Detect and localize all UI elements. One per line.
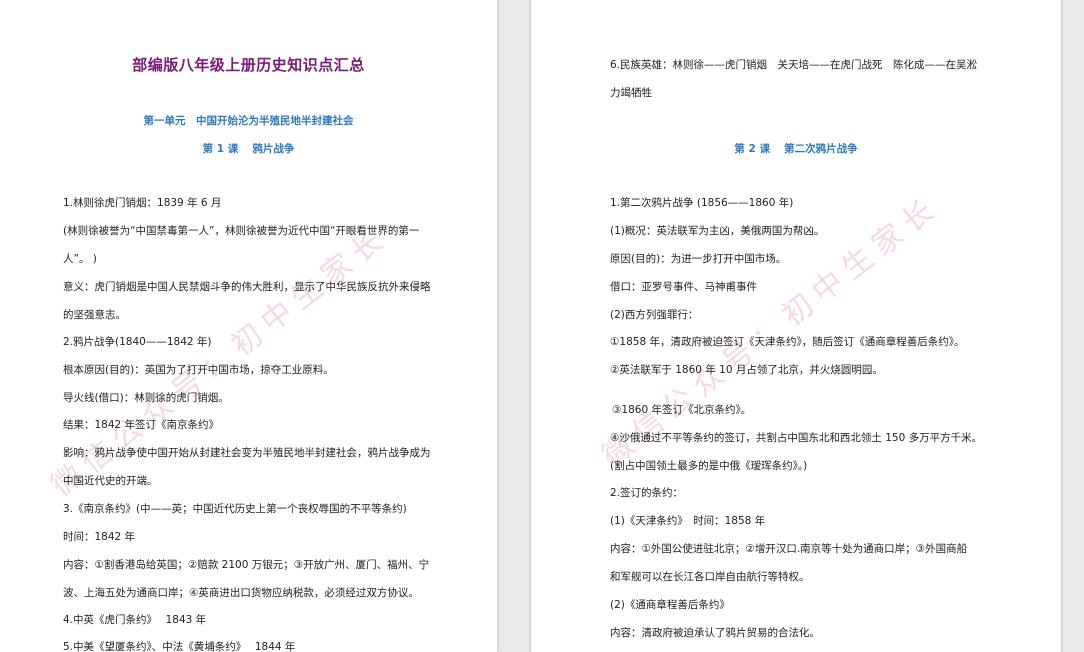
text-line: 借口：亚罗号事件、马神甫事件: [610, 281, 757, 293]
text-line: 意义：虎门销烟是中国人民禁烟斗争的伟大胜利，显示了中华民族反抗外来侵略: [63, 281, 431, 293]
text-line: 内容：①割香港岛给英国；②赔款 2100 万银元；③开放广州、厦门、福州、宁: [63, 559, 430, 571]
text-line: (1)概况：英法联军为主凶，美俄两国为帮凶。: [610, 225, 825, 237]
text-line: 和军舰可以在长江各口岸自由航行等特权。: [610, 571, 810, 583]
text-line: (2)《通商章程善后条约》: [610, 599, 730, 611]
text-line: 3.《南京条约》(中——英；中国近代历史上第一个丧权辱国的不平等条约): [63, 503, 407, 515]
text-line: 2.签订的条约：: [610, 487, 684, 499]
text-line: 内容：①外国公使进驻北京；②增开汉口.南京等十处为通商口岸；③外国商船: [610, 543, 968, 555]
text-line: 波、上海五处为通商口岸；④英商进出口货物应纳税款，必须经过双方协议。: [63, 587, 419, 599]
text-line: 力竭牺牲: [610, 87, 652, 99]
text-line: 中国近代史的开端。: [63, 475, 158, 487]
text-line: 影响：鸦片战争使中国开始从封建社会变为半殖民地半封建社会，鸦片战争成为: [63, 447, 431, 459]
text-line: 6.民族英雄：林则徐——虎门销烟 关天培——在虎门战死 陈化成——在吴淞: [610, 59, 978, 71]
pdf-viewer: 微信公众号：初中生家长 部编版八年级上册历史知识点汇总 第一单元 中国开始沦为半…: [0, 0, 1084, 652]
lesson-title: 第 1 课 鸦片战争: [202, 143, 295, 155]
document-page-right: 微信公众号：初中生家长 6.民族英雄：林则徐——虎门销烟 关天培——在虎门战死 …: [531, 0, 1061, 652]
text-line: (1)《天津条约》 时间：1858 年: [610, 515, 766, 527]
document-page-left: 微信公众号：初中生家长 部编版八年级上册历史知识点汇总 第一单元 中国开始沦为半…: [0, 0, 497, 652]
text-line: 原因(目的)：为进一步打开中国市场。: [610, 253, 787, 265]
text-line: ③1860 年签订《北京条约》。: [612, 404, 752, 416]
lesson-title: 第 2 课 第二次鸦片战争: [734, 143, 858, 155]
text-line: 结果：1842 年签订《南京条约》: [63, 419, 220, 431]
text-line: 导火线(借口)：林则徐的虎门销烟。: [63, 392, 229, 404]
text-line: ②英法联军于 1860 年 10 月占领了北京，并火烧圆明园。: [610, 364, 883, 376]
text-line: 5.中美《望厦条约》、中法《黄埔条约》 1844 年: [63, 641, 296, 652]
text-line: 人”。 ): [63, 253, 97, 265]
text-line: (2)西方列强罪行：: [610, 309, 699, 321]
unit-title: 第一单元 中国开始沦为半殖民地半封建社会: [143, 115, 354, 127]
text-line: 时间：1842 年: [63, 531, 136, 543]
text-line: 2.鸦片战争(1840——1842 年): [63, 336, 212, 348]
text-line: 的坚强意志。: [63, 309, 126, 321]
text-line: (林则徐被誉为“中国禁毒第一人”，林则徐被誉为近代中国“开眼看世界的第一: [63, 225, 420, 237]
text-line: 4.中英《虎门条约》 1843 年: [63, 614, 207, 626]
text-line: (割占中国领土最多的是中俄《瑷珲条约》。): [610, 460, 808, 472]
text-line: ④沙俄通过不平等条约的签订，共割占中国东北和西北领土 150 多万平方千米。: [610, 432, 983, 444]
text-line: 内容：清政府被迫承认了鸦片贸易的合法化。: [610, 627, 820, 639]
text-line: 1.第二次鸦片战争 (1856——1860 年): [610, 197, 794, 209]
document-title: 部编版八年级上册历史知识点汇总: [132, 56, 365, 74]
text-line: 1.林则徐虎门销烟：1839 年 6 月: [63, 197, 222, 209]
text-line: 根本原因(目的)：英国为了打开中国市场，掠夺工业原料。: [63, 364, 334, 376]
text-line: ①1858 年，清政府被迫签订《天津条约》，随后签订《通商章程善后条约》。: [610, 336, 965, 348]
